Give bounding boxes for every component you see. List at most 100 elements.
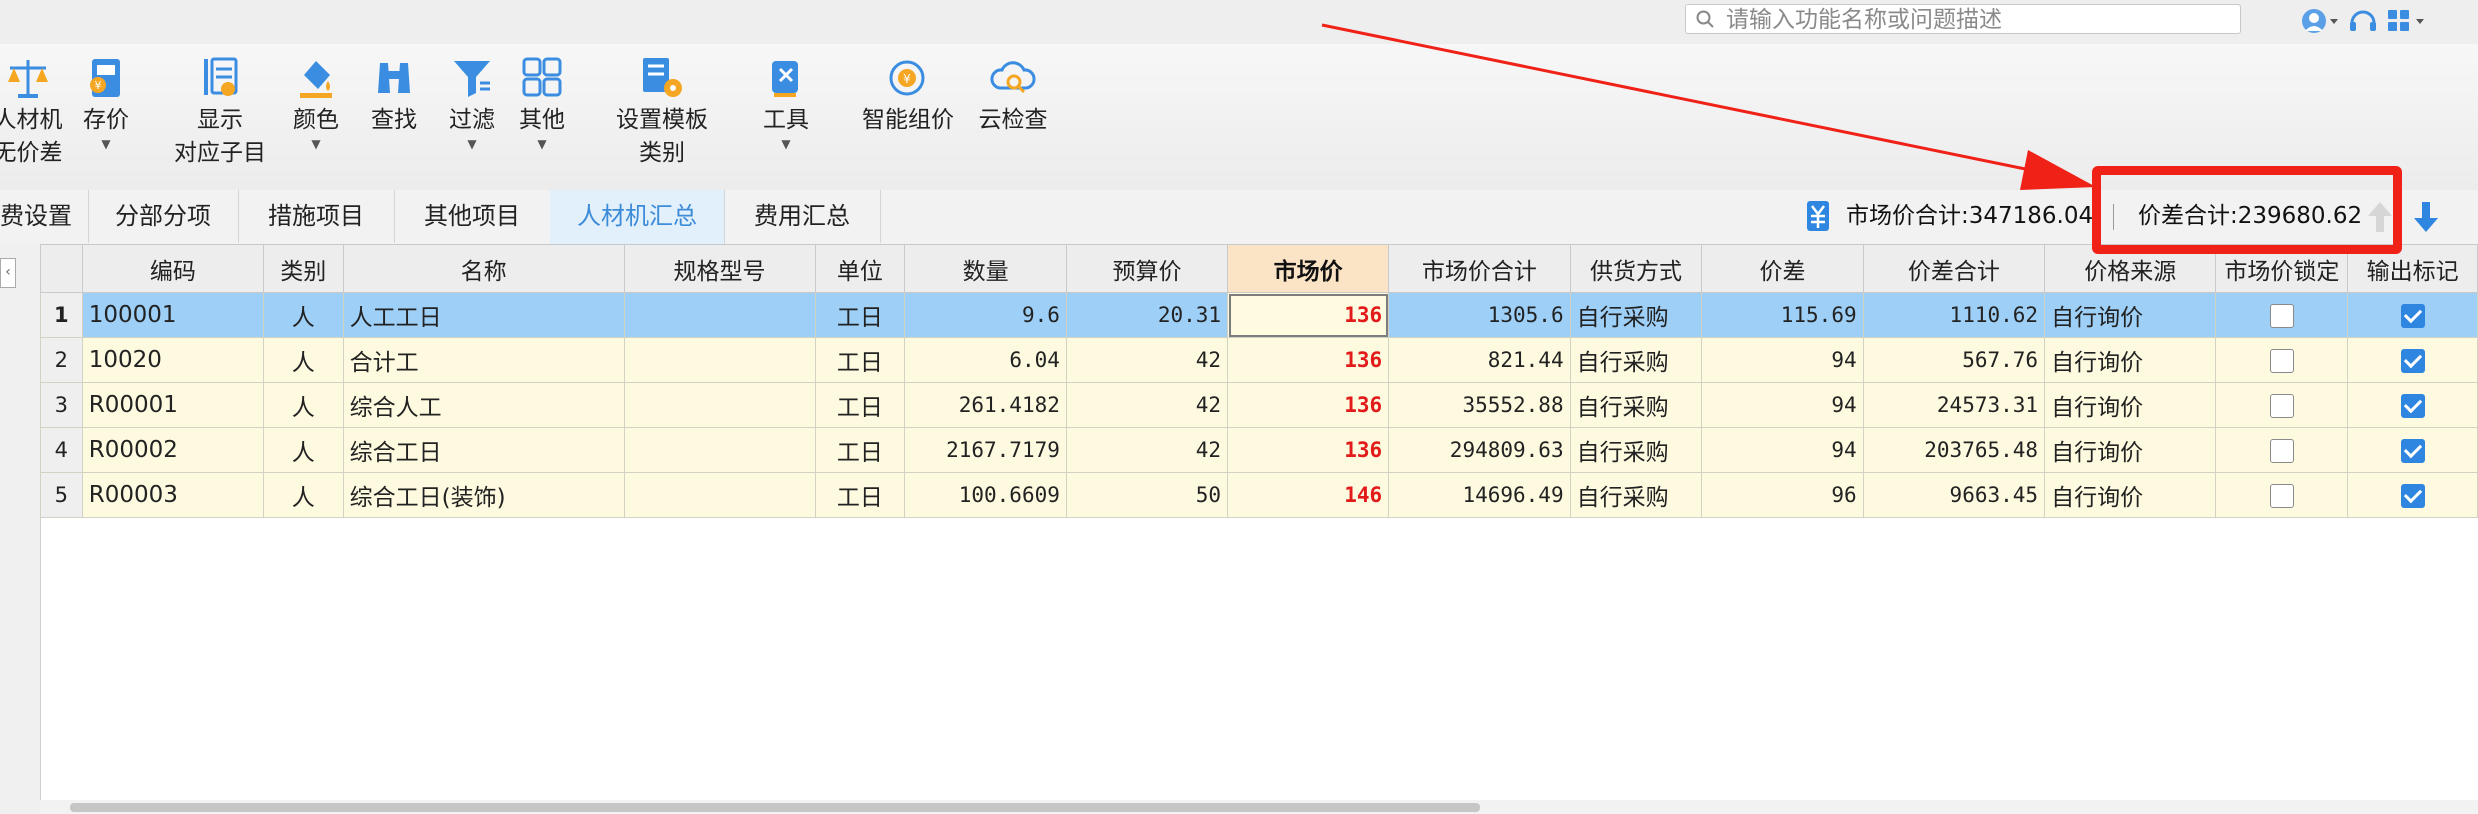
cell-spec[interactable]	[623, 472, 816, 518]
tab-sub-items[interactable]: 分部分项	[88, 190, 239, 243]
horizontal-scrollbar[interactable]	[40, 800, 2478, 814]
cell-unit[interactable]: 工日	[814, 292, 906, 338]
collapse-panel-button[interactable]: ‹	[0, 258, 16, 288]
cell-unit[interactable]: 工日	[814, 382, 906, 428]
header-price-diff[interactable]: 价差	[1701, 244, 1864, 293]
ribbon-filter-button[interactable]: 过滤 ▼	[440, 52, 504, 151]
cell-name[interactable]: 综合人工	[342, 382, 625, 428]
search-input[interactable]	[1724, 7, 2228, 33]
tab-other-items[interactable]: 其他项目	[394, 190, 551, 243]
header-supply-mode[interactable]: 供货方式	[1569, 244, 1703, 293]
table-row[interactable]: 3 R00001 人 综合人工 工日 261.4182 42 136 35552…	[40, 382, 2478, 428]
cell-spec[interactable]	[623, 382, 816, 428]
cell-quantity[interactable]: 2167.7179	[904, 427, 1067, 473]
search-box[interactable]	[1685, 4, 2241, 34]
cell-code[interactable]: 100001	[81, 292, 264, 338]
cell-supply-mode[interactable]: 自行采购	[1569, 427, 1703, 473]
cell-price-source[interactable]: 自行询价	[2044, 472, 2217, 518]
cell-type[interactable]: 人	[262, 292, 344, 338]
ribbon-color-button[interactable]: 颜色 ▼	[284, 52, 348, 151]
ribbon-find-button[interactable]: 查找	[362, 52, 426, 137]
output-flag-checkbox[interactable]	[2400, 348, 2425, 373]
cell-budget-price[interactable]: 42	[1065, 427, 1229, 473]
cell-spec[interactable]	[623, 427, 816, 473]
cell-code[interactable]: 10020	[81, 337, 264, 383]
cell-type[interactable]: 人	[262, 427, 344, 473]
user-account-icon[interactable]	[2300, 7, 2340, 35]
header-code[interactable]: 编码	[81, 244, 264, 293]
cell-type[interactable]: 人	[262, 382, 344, 428]
cell-quantity[interactable]: 6.04	[904, 337, 1067, 383]
output-flag-checkbox[interactable]	[2400, 483, 2425, 508]
cell-supply-mode[interactable]: 自行采购	[1569, 382, 1703, 428]
tab-fee-settings[interactable]: 费设置	[0, 190, 89, 243]
cell-budget-price[interactable]: 42	[1065, 382, 1229, 428]
cell-supply-mode[interactable]: 自行采购	[1569, 472, 1703, 518]
header-type[interactable]: 类别	[262, 244, 344, 293]
ribbon-show-items-button[interactable]: 显示 对应子目	[170, 52, 270, 170]
cell-supply-mode[interactable]: 自行采购	[1569, 292, 1703, 338]
cell-price-source[interactable]: 自行询价	[2044, 427, 2217, 473]
cell-code[interactable]: R00003	[81, 472, 264, 518]
arrow-down-icon[interactable]	[2412, 200, 2440, 238]
scrollbar-thumb[interactable]	[70, 803, 1480, 812]
header-diff-total[interactable]: 价差合计	[1862, 244, 2046, 293]
tab-labor-material-summary[interactable]: 人材机汇总	[550, 190, 725, 245]
cell-budget-price[interactable]: 50	[1065, 472, 1229, 518]
cell-code[interactable]: R00001	[81, 382, 264, 428]
table-row[interactable]: 4 R00002 人 综合工日 工日 2167.7179 42 136 2948…	[40, 427, 2478, 473]
price-lock-checkbox[interactable]	[2269, 438, 2294, 463]
tab-cost-summary[interactable]: 费用汇总	[724, 190, 881, 243]
apps-grid-icon[interactable]	[2386, 7, 2426, 35]
header-unit[interactable]: 单位	[814, 244, 906, 293]
cell-market-price[interactable]: 136	[1227, 292, 1390, 338]
tab-measures[interactable]: 措施项目	[238, 190, 395, 243]
cell-budget-price[interactable]: 42	[1065, 337, 1229, 383]
table-row[interactable]: 1 100001 人 人工工日 工日 9.6 20.31 136 1305.6 …	[40, 292, 2478, 338]
header-quantity[interactable]: 数量	[904, 244, 1067, 293]
cell-market-price[interactable]: 146	[1227, 472, 1390, 518]
price-lock-checkbox[interactable]	[2269, 393, 2294, 418]
ribbon-no-diff-button[interactable]: 人材机 无价差	[0, 52, 64, 170]
output-flag-checkbox[interactable]	[2400, 393, 2425, 418]
ribbon-template-button[interactable]: 设置模板 类别	[604, 52, 720, 170]
price-lock-checkbox[interactable]	[2269, 483, 2294, 508]
ribbon-cloud-check-button[interactable]: 云检查	[972, 52, 1054, 137]
ribbon-smart-pricing-button[interactable]: ¥ 智能组价	[858, 52, 958, 137]
cell-name[interactable]: 综合工日	[342, 427, 625, 473]
headset-support-icon[interactable]	[2348, 7, 2378, 35]
ribbon-other-button[interactable]: 其他 ▼	[510, 52, 574, 151]
cell-supply-mode[interactable]: 自行采购	[1569, 337, 1703, 383]
price-lock-checkbox[interactable]	[2269, 348, 2294, 373]
cell-price-source[interactable]: 自行询价	[2044, 292, 2217, 338]
ribbon-tools-button[interactable]: 工具 ▼	[754, 52, 818, 151]
cell-market-price[interactable]: 136	[1227, 337, 1390, 383]
cell-type[interactable]: 人	[262, 337, 344, 383]
ribbon-save-price-button[interactable]: ¥ 存价 ▼	[74, 52, 138, 151]
cell-code[interactable]: R00002	[81, 427, 264, 473]
cell-price-source[interactable]: 自行询价	[2044, 382, 2217, 428]
cell-name[interactable]: 人工工日	[342, 292, 625, 338]
cell-unit[interactable]: 工日	[814, 337, 906, 383]
header-budget-price[interactable]: 预算价	[1065, 244, 1229, 293]
cell-market-price[interactable]: 136	[1227, 382, 1390, 428]
cell-unit[interactable]: 工日	[814, 427, 906, 473]
table-row[interactable]: 5 R00003 人 综合工日(装饰) 工日 100.6609 50 146 1…	[40, 472, 2478, 518]
cell-type[interactable]: 人	[262, 472, 344, 518]
header-market-price[interactable]: 市场价	[1227, 244, 1390, 293]
header-spec[interactable]: 规格型号	[623, 244, 816, 293]
cell-unit[interactable]: 工日	[814, 472, 906, 518]
price-lock-checkbox[interactable]	[2269, 303, 2294, 328]
cell-quantity[interactable]: 100.6609	[904, 472, 1067, 518]
cell-price-source[interactable]: 自行询价	[2044, 337, 2217, 383]
table-row[interactable]: 2 10020 人 合计工 工日 6.04 42 136 821.44 自行采购…	[40, 337, 2478, 383]
header-market-total[interactable]: 市场价合计	[1388, 244, 1571, 293]
cell-spec[interactable]	[623, 337, 816, 383]
output-flag-checkbox[interactable]	[2400, 438, 2425, 463]
cell-quantity[interactable]: 9.6	[904, 292, 1067, 338]
header-name[interactable]: 名称	[342, 244, 625, 293]
cell-budget-price[interactable]: 20.31	[1065, 292, 1229, 338]
output-flag-checkbox[interactable]	[2400, 303, 2425, 328]
cell-name[interactable]: 合计工	[342, 337, 625, 383]
cell-name[interactable]: 综合工日(装饰)	[342, 472, 625, 518]
